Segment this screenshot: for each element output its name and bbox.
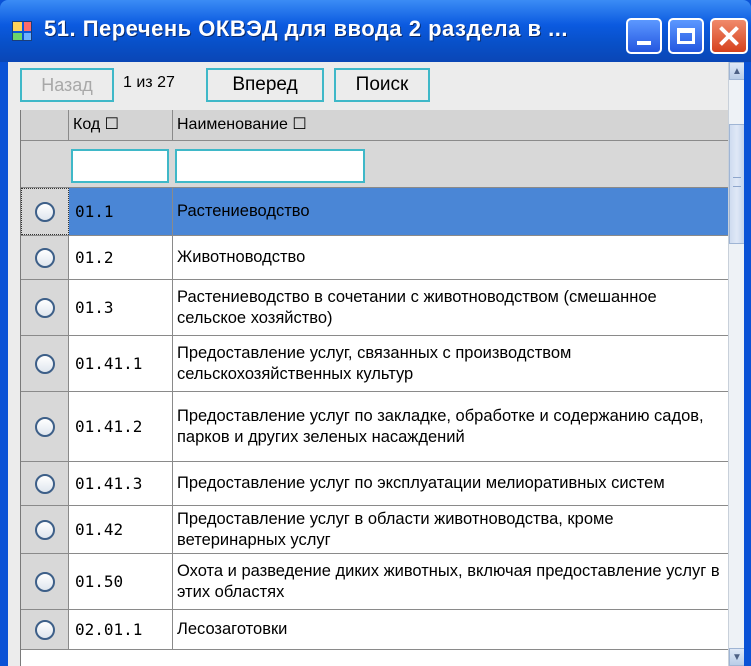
radio-button-icon[interactable] <box>34 297 55 318</box>
app-window: 51. Перечень ОКВЭД для ввода 2 раздела в… <box>0 0 751 666</box>
column-header-code[interactable]: Код ☐ <box>69 110 173 140</box>
radio-button-icon[interactable] <box>34 247 55 268</box>
selector-column-header <box>21 110 69 140</box>
cell-code: 01.42 <box>69 506 173 553</box>
vertical-scrollbar[interactable]: ▲ ▼ <box>728 62 744 666</box>
search-button[interactable]: Поиск <box>334 68 430 102</box>
cell-name: Лесозаготовки <box>177 620 288 638</box>
table-row[interactable]: 01.41.1 Предоставление услуг, связанных с… <box>21 336 729 392</box>
scroll-thumb[interactable] <box>729 124 744 244</box>
radio-button-icon[interactable] <box>34 571 55 592</box>
row-selector[interactable] <box>21 336 69 391</box>
radio-button-icon[interactable] <box>34 416 55 437</box>
maximize-icon <box>677 28 695 44</box>
next-button[interactable]: Вперед <box>206 68 324 102</box>
cell-name: Предоставление услуг, связанных с произв… <box>177 343 572 383</box>
radio-button-icon[interactable] <box>34 619 55 640</box>
row-selector[interactable] <box>21 280 69 335</box>
grip-icon <box>733 177 741 187</box>
cell-code: 01.41.2 <box>69 392 173 461</box>
chevron-up-icon: ▲ <box>732 65 742 77</box>
app-icon <box>12 21 32 41</box>
cell-name: Животноводство <box>177 248 306 266</box>
client-area: Назад 1 из 27 Вперед Поиск Код ☐ Наимено… <box>8 62 744 666</box>
table-row[interactable]: 01.1 Растениеводство <box>21 188 729 236</box>
row-selector[interactable] <box>21 554 69 609</box>
table-row[interactable]: 01.50 Охота и разведение диких животных, … <box>21 554 729 610</box>
row-selector[interactable] <box>21 610 69 649</box>
cell-code: 01.2 <box>69 236 173 279</box>
cell-code: 01.3 <box>69 280 173 335</box>
cell-name: Предоставление услуг по эксплуатации мел… <box>177 474 665 492</box>
column-header-name[interactable]: Наименование ☐ <box>173 110 729 140</box>
radio-button-icon[interactable] <box>34 473 55 494</box>
cell-name: Растениеводство в сочетании с животновод… <box>177 287 657 327</box>
cell-code: 01.41.3 <box>69 462 173 505</box>
cell-name: Предоставление услуг в области животново… <box>177 509 614 549</box>
maximize-button[interactable] <box>668 18 704 54</box>
chevron-down-icon: ▼ <box>732 651 742 663</box>
cell-name: Растениеводство <box>173 188 729 235</box>
filter-row <box>21 141 729 188</box>
radio-button-icon[interactable] <box>34 519 55 540</box>
table-row[interactable]: 02.01.1 Лесозаготовки <box>21 610 729 650</box>
okved-grid: Код ☐ Наименование ☐ 01.1 Растениеводство… <box>20 110 729 666</box>
row-selector[interactable] <box>21 506 69 553</box>
minimize-icon <box>637 41 651 45</box>
close-icon <box>719 26 739 46</box>
close-button[interactable] <box>710 18 748 54</box>
table-row[interactable]: 01.42 Предоставление услуг в области живо… <box>21 506 729 554</box>
cell-code: 01.41.1 <box>69 336 173 391</box>
table-row[interactable]: 01.3 Растениеводство в сочетании с животн… <box>21 280 729 336</box>
grid-header: Код ☐ Наименование ☐ <box>21 110 729 141</box>
pager-toolbar: Назад 1 из 27 Вперед Поиск <box>8 62 728 112</box>
name-filter-input[interactable] <box>175 149 365 183</box>
radio-button-icon[interactable] <box>35 201 55 222</box>
row-selector[interactable] <box>21 236 69 279</box>
row-selector[interactable] <box>21 188 69 235</box>
back-button[interactable]: Назад <box>20 68 114 102</box>
row-selector[interactable] <box>21 462 69 505</box>
table-row[interactable]: 01.41.3 Предоставление услуг по эксплуата… <box>21 462 729 506</box>
table-row[interactable]: 01.2 Животноводство <box>21 236 729 280</box>
cell-code: 02.01.1 <box>69 610 173 649</box>
radio-button-icon[interactable] <box>34 353 55 374</box>
cell-code: 01.50 <box>69 554 173 609</box>
page-indicator: 1 из 27 <box>123 74 175 91</box>
scroll-down-button[interactable]: ▼ <box>729 648 744 666</box>
title-bar[interactable]: 51. Перечень ОКВЭД для ввода 2 раздела в… <box>0 0 751 62</box>
cell-name: Охота и разведение диких животных, включ… <box>177 561 720 601</box>
cell-name: Предоставление услуг по закладке, обрабо… <box>177 406 704 446</box>
row-selector[interactable] <box>21 392 69 461</box>
scroll-up-button[interactable]: ▲ <box>729 62 744 80</box>
window-title: 51. Перечень ОКВЭД для ввода 2 раздела в… <box>44 16 568 41</box>
minimize-button[interactable] <box>626 18 662 54</box>
table-row[interactable]: 01.41.2 Предоставление услуг по закладке,… <box>21 392 729 462</box>
cell-code: 01.1 <box>69 188 173 235</box>
code-filter-input[interactable] <box>71 149 169 183</box>
